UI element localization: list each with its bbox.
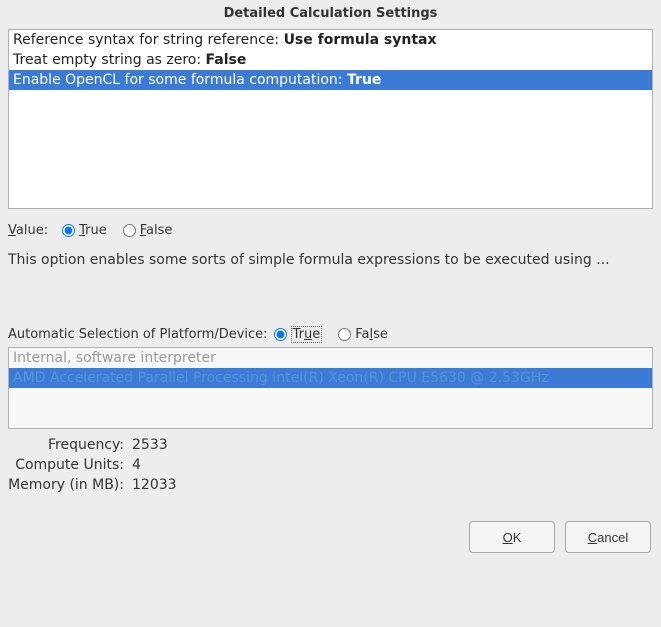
memory-label: Memory (in MB): (8, 477, 128, 493)
frequency-label: Frequency: (8, 437, 128, 453)
compute-units-value: 4 (128, 457, 653, 473)
platform-true-radio[interactable]: True (274, 326, 323, 343)
platform-false-label[interactable]: False (355, 327, 388, 342)
platform-radio-group: Automatic Selection of Platform/Device: … (8, 326, 653, 343)
platform-false-radio[interactable]: False (338, 327, 388, 342)
platform-false-radio-input[interactable] (338, 328, 351, 341)
settings-row-label: Treat empty string as zero: (13, 52, 206, 68)
settings-row-value: True (347, 72, 381, 88)
value-false-radio[interactable]: False (123, 223, 173, 238)
settings-row-value: False (206, 52, 247, 68)
settings-row-value: Use formula syntax (284, 32, 437, 48)
settings-list-row[interactable]: Enable OpenCL for some formula computati… (9, 70, 652, 90)
value-label: Value: (8, 223, 48, 238)
cancel-button[interactable]: Cancel (565, 521, 651, 553)
device-listbox[interactable]: Internal, software interpreterAMD Accele… (8, 347, 653, 429)
compute-units-label: Compute Units: (8, 457, 128, 473)
memory-value: 12033 (128, 477, 653, 493)
value-true-radio[interactable]: True (62, 223, 107, 238)
settings-row-label: Reference syntax for string reference: (13, 32, 284, 48)
device-list-row[interactable]: AMD Accelerated Parallel Processing Inte… (9, 368, 652, 388)
value-true-radio-input[interactable] (62, 224, 75, 237)
ok-button[interactable]: OK (469, 521, 555, 553)
option-description: This option enables some sorts of simple… (8, 252, 653, 268)
value-false-label[interactable]: False (140, 223, 173, 238)
device-list-row[interactable]: Internal, software interpreter (9, 348, 652, 368)
platform-label: Automatic Selection of Platform/Device: (8, 327, 268, 342)
settings-listbox[interactable]: Reference syntax for string reference: U… (8, 29, 653, 209)
value-false-radio-input[interactable] (123, 224, 136, 237)
settings-list-row[interactable]: Treat empty string as zero: False (9, 50, 652, 70)
settings-row-label: Enable OpenCL for some formula computati… (13, 72, 347, 88)
platform-true-label[interactable]: True (291, 326, 323, 343)
platform-true-radio-input[interactable] (274, 328, 287, 341)
value-radio-group: Value: True False (8, 223, 653, 238)
dialog-buttons: OK Cancel (8, 521, 653, 553)
settings-list-row[interactable]: Reference syntax for string reference: U… (9, 30, 652, 50)
device-specs: Frequency: 2533 Compute Units: 4 Memory … (8, 437, 653, 493)
frequency-value: 2533 (128, 437, 653, 453)
value-true-label[interactable]: True (79, 223, 107, 238)
dialog-title: Detailed Calculation Settings (0, 0, 661, 29)
